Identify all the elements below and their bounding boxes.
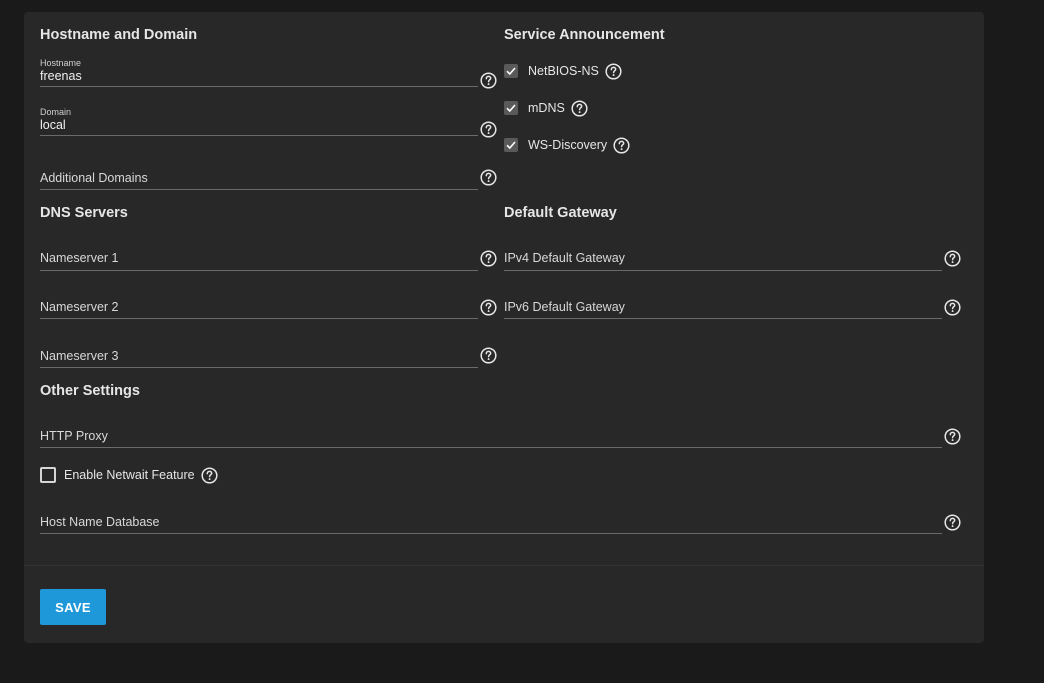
nameserver1-underline — [40, 270, 478, 271]
netbios-ns-label: NetBIOS-NS — [528, 64, 599, 78]
mdns-label: mDNS — [528, 101, 565, 115]
nameserver3-underline — [40, 367, 478, 368]
save-button[interactable]: SAVE — [40, 589, 106, 625]
section-title-service-announcement: Service Announcement — [504, 27, 665, 43]
nameserver1-placeholder: Nameserver 1 — [40, 251, 119, 265]
ipv4-gateway-underline — [504, 270, 942, 271]
domain-underline — [40, 135, 478, 136]
help-circle-icon — [480, 299, 497, 316]
ws-discovery-label: WS-Discovery — [528, 138, 608, 152]
check-icon — [506, 67, 516, 76]
help-circle-icon — [201, 466, 218, 484]
help-circle-icon[interactable] — [480, 299, 497, 316]
netbios-ns-checkbox-row[interactable]: NetBIOS-NS — [504, 61, 622, 81]
check-icon — [506, 141, 516, 150]
additional-domains-underline — [40, 189, 478, 190]
netbios-ns-checkbox[interactable] — [504, 64, 518, 78]
check-icon — [506, 104, 516, 113]
help-circle-icon[interactable] — [480, 72, 497, 89]
domain-value[interactable]: local — [40, 118, 66, 132]
additional-domains-placeholder: Additional Domains — [40, 171, 148, 185]
help-circle-icon[interactable] — [613, 136, 630, 154]
help-circle-icon — [944, 250, 961, 267]
host-name-database-field[interactable]: Host Name Database — [40, 504, 942, 540]
nameserver2-underline — [40, 318, 478, 319]
help-circle-icon — [480, 169, 497, 186]
help-circle-icon — [480, 250, 497, 267]
http-proxy-underline — [40, 447, 942, 448]
ipv4-gateway-placeholder: IPv4 Default Gateway — [504, 251, 625, 265]
host-name-database-underline — [40, 533, 942, 534]
section-title-other-settings: Other Settings — [40, 383, 140, 399]
help-circle-icon[interactable] — [571, 99, 588, 117]
mdns-checkbox-row[interactable]: mDNS — [504, 98, 588, 118]
help-circle-icon — [944, 299, 961, 316]
help-circle-icon — [480, 72, 497, 89]
section-title-hostname-domain: Hostname and Domain — [40, 27, 198, 43]
ipv6-gateway-placeholder: IPv6 Default Gateway — [504, 300, 625, 314]
netwait-checkbox-row[interactable]: Enable Netwait Feature — [40, 465, 218, 485]
ipv6-gateway-field[interactable]: IPv6 Default Gateway — [504, 289, 942, 325]
help-circle-icon — [480, 121, 497, 138]
additional-domains-field[interactable]: Additional Domains — [40, 160, 478, 196]
mdns-checkbox[interactable] — [504, 101, 518, 115]
http-proxy-field[interactable]: HTTP Proxy — [40, 418, 942, 454]
help-circle-icon[interactable] — [480, 347, 497, 364]
ipv6-gateway-underline — [504, 318, 942, 319]
help-circle-icon[interactable] — [480, 169, 497, 186]
hostname-field[interactable]: Hostname freenas — [40, 58, 478, 94]
help-circle-icon[interactable] — [605, 62, 622, 80]
nameserver2-placeholder: Nameserver 2 — [40, 300, 119, 314]
network-global-config-card: Hostname and Domain Hostname freenas Dom… — [24, 12, 984, 643]
hostname-underline — [40, 86, 478, 87]
netwait-checkbox[interactable] — [40, 467, 56, 483]
help-circle-icon[interactable] — [480, 121, 497, 138]
help-circle-icon — [944, 428, 961, 445]
help-circle-icon — [571, 99, 588, 117]
netwait-label: Enable Netwait Feature — [64, 468, 195, 482]
section-title-dns-servers: DNS Servers — [40, 205, 128, 221]
help-circle-icon[interactable] — [480, 250, 497, 267]
hostname-value[interactable]: freenas — [40, 69, 82, 83]
ipv4-gateway-field[interactable]: IPv4 Default Gateway — [504, 240, 942, 276]
help-circle-icon[interactable] — [944, 250, 961, 267]
nameserver3-placeholder: Nameserver 3 — [40, 349, 119, 363]
ws-discovery-checkbox[interactable] — [504, 138, 518, 152]
card-divider — [24, 565, 984, 566]
host-name-database-placeholder: Host Name Database — [40, 515, 160, 529]
help-circle-icon[interactable] — [944, 428, 961, 445]
nameserver1-field[interactable]: Nameserver 1 — [40, 240, 478, 276]
help-circle-icon — [605, 62, 622, 80]
help-circle-icon[interactable] — [944, 514, 961, 531]
ws-discovery-checkbox-row[interactable]: WS-Discovery — [504, 135, 630, 155]
nameserver3-field[interactable]: Nameserver 3 — [40, 338, 478, 374]
nameserver2-field[interactable]: Nameserver 2 — [40, 289, 478, 325]
http-proxy-placeholder: HTTP Proxy — [40, 429, 108, 443]
section-title-default-gateway: Default Gateway — [504, 205, 617, 221]
help-circle-icon[interactable] — [944, 299, 961, 316]
help-circle-icon — [613, 136, 630, 154]
domain-field[interactable]: Domain local — [40, 107, 478, 143]
help-circle-icon — [944, 514, 961, 531]
hostname-label: Hostname — [40, 58, 82, 68]
domain-label: Domain — [40, 107, 72, 117]
help-circle-icon[interactable] — [201, 466, 218, 484]
help-circle-icon — [480, 347, 497, 364]
